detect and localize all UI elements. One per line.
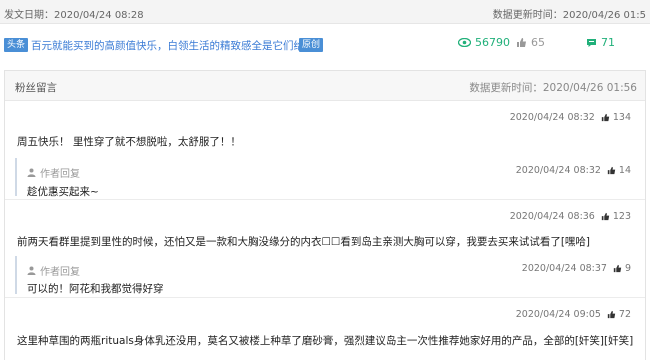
thumbs-up-icon (601, 113, 610, 122)
like-count: 65 (516, 36, 545, 49)
comment-item: 2020/04/24 08:36 123 前两天看群里提到里性的时候，还怕又是一… (5, 201, 645, 298)
reply-meta: 2020/04/24 08:37 9 (522, 263, 631, 274)
like-count-value: 65 (531, 36, 545, 49)
reply-time: 2020/04/24 08:37 (521, 263, 607, 274)
reply-text: 趁优惠买起来~ (27, 186, 99, 198)
headline-tag: 头条 (4, 38, 29, 52)
comment-meta: 2020/04/24 08:32 134 (510, 112, 631, 123)
thumbs-up-icon (601, 212, 610, 221)
article-summary: 头条 百元就能买到的高颜值快乐，白领生活的精致感全是它们给的！ 原创 56790… (0, 28, 650, 62)
panel-header: 粉丝留言 数据更新时间：2020/04/26 01:56 (5, 71, 645, 101)
comment-text: 这里种草围的两瓶rituals身体乳还没用，莫名又被楼上种草了磨砂膏，强烈建议岛… (17, 335, 634, 347)
top-info-bar: 发文日期：2020/04/24 08:28 数据更新时间：2020/04/26 … (0, 0, 650, 24)
comment-item: 2020/04/24 08:32 134 周五快乐！ 里性穿了就不想脱啦，太舒服… (5, 102, 645, 200)
reply-time: 2020/04/24 08:32 (515, 165, 601, 176)
comment-meta: 2020/04/24 08:36 123 (510, 211, 631, 222)
comment-time: 2020/04/24 08:36 (509, 211, 595, 222)
read-count: 56790 (458, 36, 510, 49)
comment-time: 2020/04/24 09:05 (515, 309, 601, 320)
comment-likes: 134 (612, 112, 631, 123)
comment-icon (587, 38, 596, 47)
panel-update-time: 数据更新时间：2020/04/26 01:56 (469, 82, 637, 94)
comment-text: 周五快乐！ 里性穿了就不想脱啦，太舒服了！！ (17, 136, 241, 148)
comment-item: 2020/04/24 09:05 72 这里种草围的两瓶rituals身体乳还没… (5, 299, 645, 359)
reply-meta: 2020/04/24 08:32 14 (516, 165, 631, 176)
article-title-link[interactable]: 百元就能买到的高颜值快乐，白领生活的精致感全是它们给的！ (31, 38, 325, 53)
reply-likes: 9 (624, 263, 631, 274)
original-badge: 原创 (299, 38, 324, 52)
read-count-value: 56790 (475, 36, 510, 49)
comment-likes: 72 (618, 309, 631, 320)
reply-label: 作者回复 (27, 165, 80, 180)
reply-label-text: 作者回复 (40, 267, 80, 278)
comment-text: 前两天看群里提到里性的时候，还怕又是一款和大胸没缘分的内衣☐☐看到岛主亲测大胸可… (17, 236, 591, 248)
data-update-time: 数据更新时间：2020/04/26 01:5 (492, 10, 646, 21)
reply-label-text: 作者回复 (40, 169, 80, 180)
comment-meta: 2020/04/24 09:05 72 (516, 309, 631, 320)
thumbs-up-icon (607, 310, 616, 319)
author-reply: 作者回复 2020/04/24 08:37 9 可以的！阿花和我都觉得好穿 (15, 256, 635, 295)
fan-comments-panel: 粉丝留言 数据更新时间：2020/04/26 01:56 2020/04/24 … (4, 70, 646, 360)
panel-title: 粉丝留言 (15, 82, 57, 94)
comment-count: 71 (586, 36, 615, 49)
author-reply: 作者回复 2020/04/24 08:32 14 趁优惠买起来~ (15, 158, 635, 198)
comment-likes: 123 (612, 211, 631, 222)
publish-date: 发文日期：2020/04/24 08:28 (4, 10, 144, 21)
user-icon (27, 266, 36, 275)
eye-icon (458, 38, 471, 47)
reply-likes: 14 (618, 165, 631, 176)
thumbs-up-icon (517, 38, 526, 47)
reply-text: 可以的！阿花和我都觉得好穿 (27, 283, 164, 295)
thumbs-up-icon (607, 166, 616, 175)
reply-label: 作者回复 (27, 263, 80, 278)
comment-count-value: 71 (601, 36, 615, 49)
comment-time: 2020/04/24 08:32 (509, 112, 595, 123)
thumbs-up-icon (613, 264, 622, 273)
user-icon (27, 168, 36, 177)
